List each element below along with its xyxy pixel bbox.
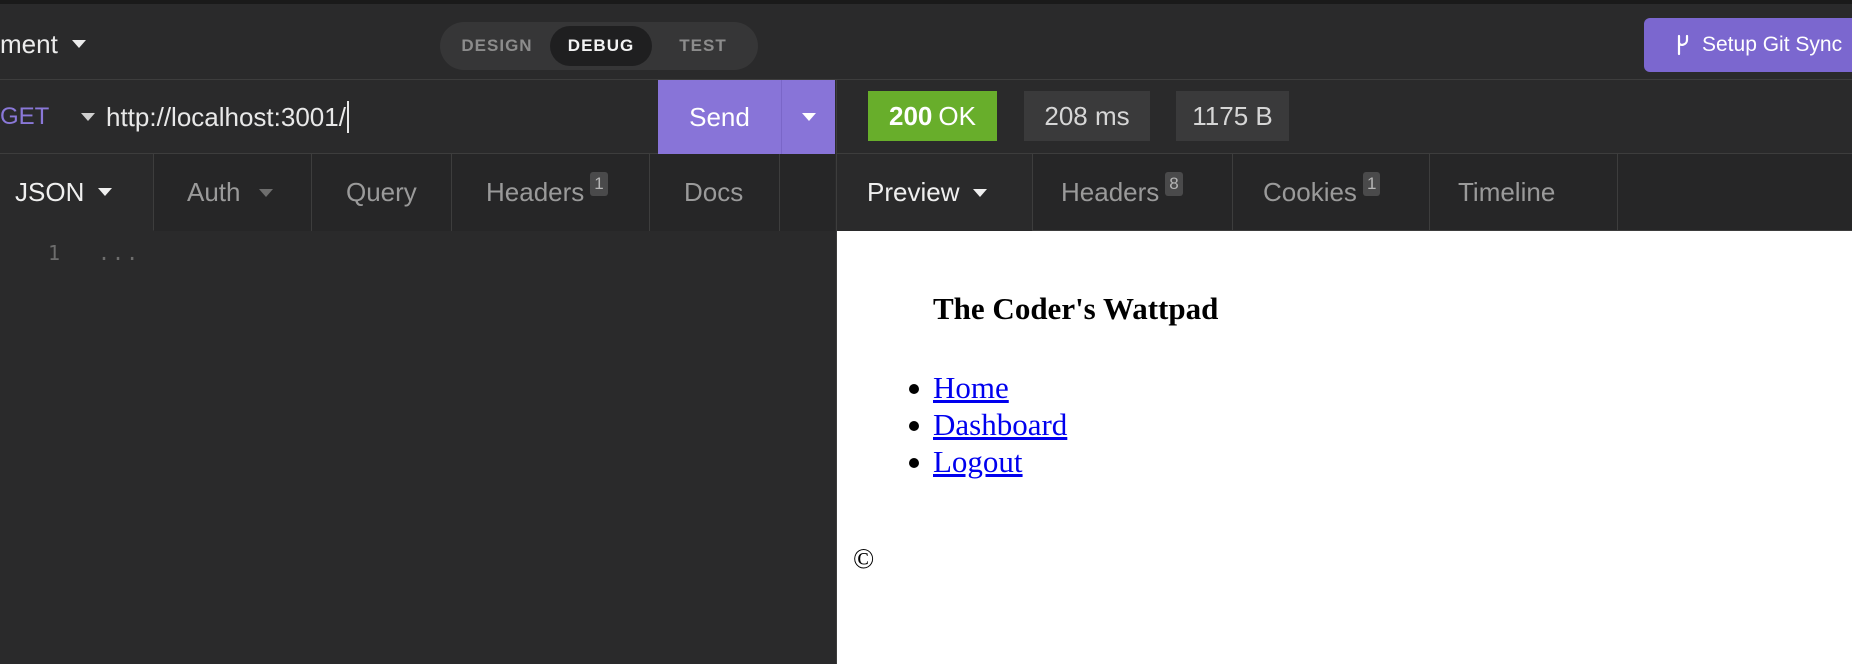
git-sync-label: Setup Git Sync (1702, 33, 1843, 56)
url-value: http://localhost:3001/ (106, 101, 346, 132)
dashboard-link[interactable]: Dashboard (933, 407, 1067, 442)
mode-debug[interactable]: DEBUG (550, 26, 652, 66)
workspace-label: ment (0, 28, 58, 59)
tab-label: Auth (187, 177, 241, 207)
tab-response-headers[interactable]: Headers 8 (1033, 154, 1233, 231)
request-tabs: JSON Auth Query Headers 1 Docs (0, 154, 835, 231)
tab-headers[interactable]: Headers 1 (452, 154, 650, 231)
chevron-down-icon (258, 188, 273, 197)
list-item: Dashboard (908, 406, 1067, 443)
tab-label: Headers (1061, 177, 1160, 207)
setup-git-sync-button[interactable]: Setup Git Sync (1644, 18, 1852, 72)
method-dropdown[interactable]: GET (0, 80, 96, 154)
send-button[interactable]: Send (658, 80, 781, 154)
tab-label: Timeline (1458, 177, 1556, 207)
tab-label: Headers (486, 177, 585, 207)
response-size: 1175 B (1176, 91, 1289, 141)
chevron-down-icon (71, 40, 86, 48)
url-bar: GET http://localhost:3001/ Send (0, 80, 835, 154)
tab-query[interactable]: Query (312, 154, 452, 231)
mode-design[interactable]: DESIGN (444, 26, 550, 66)
preview-title: The Coder's Wattpad (933, 291, 1219, 326)
top-bar: ment DESIGN DEBUG TEST Setup Git Sync (0, 0, 1852, 80)
send-options-button[interactable] (781, 80, 835, 154)
mode-test[interactable]: TEST (652, 26, 754, 66)
tab-json[interactable]: JSON (0, 154, 154, 231)
response-tabs: Preview Headers 8 Cookies 1 Timeline (836, 154, 1852, 231)
tab-strip-filler (780, 154, 835, 231)
home-link[interactable]: Home (933, 370, 1009, 405)
mode-switcher: DESIGN DEBUG TEST (440, 22, 758, 70)
tab-preview[interactable]: Preview (837, 154, 1033, 231)
count-badge: 1 (1362, 171, 1381, 196)
line-number: 1 (48, 241, 61, 265)
logout-link[interactable]: Logout (933, 444, 1023, 479)
count-badge: 8 (1165, 171, 1183, 196)
workspace-dropdown[interactable]: ment (0, 26, 86, 62)
response-status-bar: 200 OK 208 ms 1175 B (836, 80, 1852, 154)
status-text: OK (938, 100, 976, 131)
chevron-down-icon (81, 113, 96, 121)
preview-nav-list: Home Dashboard Logout (908, 369, 1067, 480)
git-branch-icon (1677, 34, 1689, 56)
tab-auth[interactable]: Auth (154, 154, 312, 231)
status-code: 200 (889, 100, 933, 131)
code-line: ... (98, 241, 141, 265)
request-body-editor[interactable]: 1 ... (0, 231, 835, 664)
list-item: Home (908, 369, 1067, 406)
tab-cookies[interactable]: Cookies 1 (1233, 154, 1430, 231)
list-item: Logout (908, 443, 1067, 480)
count-badge: 1 (590, 171, 608, 196)
tab-timeline[interactable]: Timeline (1430, 154, 1618, 231)
response-time: 208 ms (1024, 91, 1150, 141)
response-preview: The Coder's Wattpad Home Dashboard Logou… (836, 231, 1852, 664)
tab-label: Preview (867, 177, 960, 207)
preview-footer: © (853, 544, 875, 575)
url-input[interactable]: http://localhost:3001/ (106, 80, 349, 154)
chevron-down-icon (801, 113, 816, 121)
chevron-down-icon (973, 188, 988, 197)
status-badge: 200 OK (868, 91, 997, 141)
tab-docs[interactable]: Docs (650, 154, 780, 231)
tab-label: Cookies (1263, 177, 1357, 207)
chevron-down-icon (98, 188, 113, 196)
tab-label: Docs (684, 177, 744, 207)
tab-label: Query (346, 177, 417, 207)
text-cursor (346, 101, 349, 133)
tab-label: JSON (15, 176, 85, 207)
method-label: GET (0, 103, 50, 130)
